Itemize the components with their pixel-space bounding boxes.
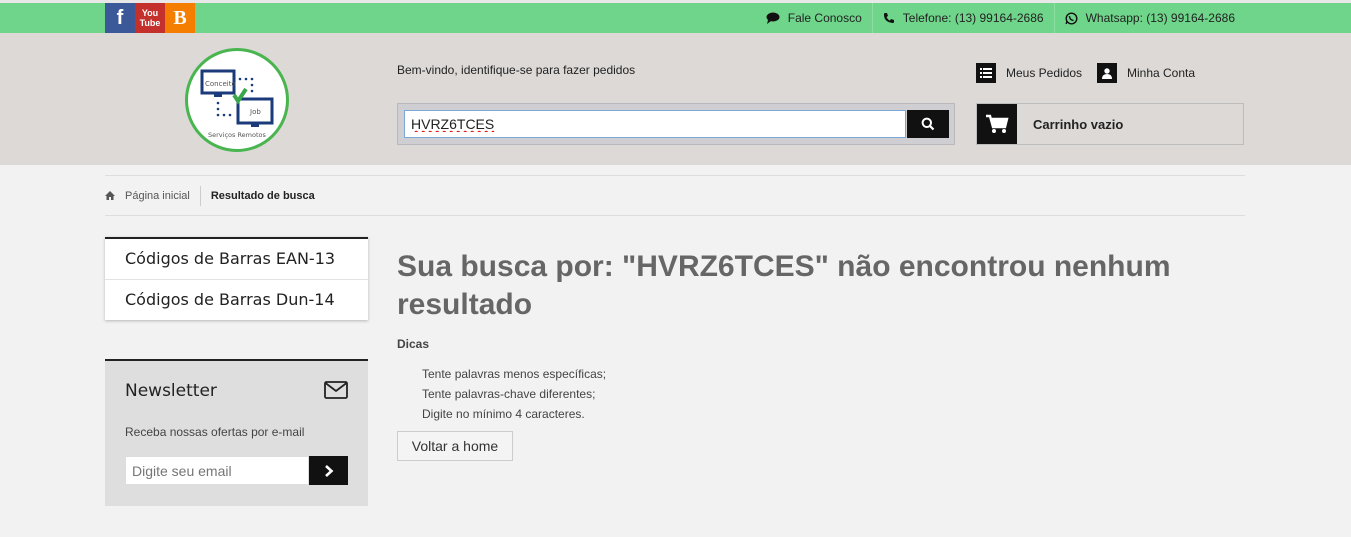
whatsapp-label: Whatsapp: (13) 99164-2686 — [1085, 11, 1235, 25]
envelope-icon — [324, 381, 348, 399]
contact-links: Fale Conosco Telefone: (13) 99164-2686 W… — [756, 3, 1245, 33]
svg-text:Conceito: Conceito — [205, 80, 236, 88]
site-header: Conceito Job Serviços Remotos Bem-vindo,… — [0, 33, 1351, 165]
social-links: f You Tube B — [105, 3, 195, 33]
search-bar — [397, 103, 955, 145]
category-dun14[interactable]: Códigos de Barras Dun-14 — [105, 280, 368, 320]
breadcrumb-home-label: Página inicial — [125, 189, 190, 202]
newsletter-box: Newsletter Receba nossas ofertas por e-m… — [105, 359, 368, 506]
whatsapp-link[interactable]: Whatsapp: (13) 99164-2686 — [1053, 3, 1245, 33]
tip-item: Digite no mínimo 4 caracteres. — [422, 407, 585, 421]
search-result-title: Sua busca por: "HVRZ6TCES" não encontrou… — [397, 250, 1171, 321]
home-icon — [105, 191, 115, 200]
tip-item: Tente palavras-chave diferentes; — [422, 387, 596, 401]
fale-conosco-link[interactable]: Fale Conosco — [756, 3, 872, 33]
minha-conta-label: Minha Conta — [1127, 66, 1196, 80]
blogger-icon[interactable]: B — [165, 3, 195, 33]
list-icon — [976, 63, 996, 83]
search-input[interactable] — [404, 110, 906, 138]
cart-label: Carrinho vazio — [1033, 116, 1124, 132]
cart-button[interactable]: Carrinho vazio — [976, 103, 1244, 145]
cart-icon — [977, 104, 1017, 144]
facebook-icon[interactable]: f — [105, 3, 135, 33]
welcome-text: Bem-vindo, identifique-se para fazer ped… — [397, 63, 636, 77]
newsletter-email-input[interactable] — [125, 456, 309, 485]
search-icon — [921, 117, 935, 131]
breadcrumb: Página inicial Resultado de busca — [105, 175, 1245, 216]
meus-pedidos-label: Meus Pedidos — [1006, 66, 1083, 80]
newsletter-title: Newsletter — [125, 381, 217, 401]
phone-icon — [883, 13, 894, 23]
user-icon — [1097, 63, 1117, 83]
category-ean13[interactable]: Códigos de Barras EAN-13 — [105, 239, 368, 280]
svg-text:Serviços Remotos: Serviços Remotos — [208, 131, 267, 139]
svg-text:Job: Job — [249, 108, 261, 116]
tips-label: Dicas — [397, 337, 430, 351]
category-menu: Códigos de Barras EAN-13 Códigos de Barr… — [105, 237, 368, 320]
breadcrumb-home[interactable]: Página inicial — [105, 185, 201, 206]
fale-conosco-label: Fale Conosco — [787, 11, 862, 25]
search-button[interactable] — [907, 110, 949, 138]
newsletter-text: Receba nossas ofertas por e-mail — [125, 425, 305, 439]
telefone-link[interactable]: Telefone: (13) 99164-2686 — [871, 3, 1054, 33]
telefone-label: Telefone: (13) 99164-2686 — [902, 11, 1044, 25]
voltar-home-button[interactable]: Voltar a home — [397, 431, 513, 461]
tips-list: Tente palavras menos específicas; Tente … — [422, 364, 606, 424]
logo-graphic: Conceito Job Serviços Remotos — [200, 69, 274, 139]
meus-pedidos-link[interactable]: Meus Pedidos — [976, 63, 1082, 83]
chat-icon — [766, 12, 780, 24]
top-bar: f You Tube B Fale Conosco Telefone: (13)… — [0, 0, 1351, 33]
youtube-icon[interactable]: You Tube — [135, 3, 165, 33]
site-logo[interactable]: Conceito Job Serviços Remotos — [185, 48, 289, 152]
breadcrumb-current: Resultado de busca — [210, 189, 315, 202]
newsletter-submit-button[interactable] — [309, 456, 348, 485]
chevron-right-icon — [324, 464, 333, 477]
whatsapp-icon — [1065, 11, 1078, 25]
tip-item: Tente palavras menos específicas; — [422, 367, 607, 381]
minha-conta-link[interactable]: Minha Conta — [1097, 63, 1195, 83]
